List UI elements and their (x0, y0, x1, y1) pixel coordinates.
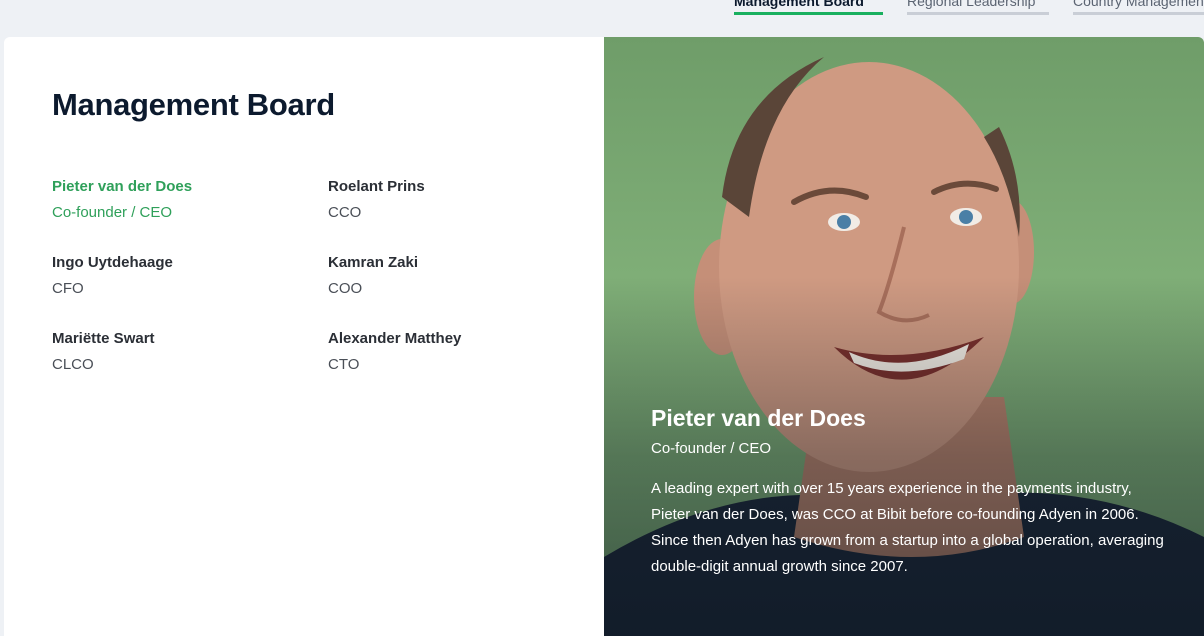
tab-country-management[interactable]: Country Management (1073, 0, 1204, 15)
tab-regional-leadership[interactable]: Regional Leadership (907, 0, 1049, 15)
member-kamran-zaki[interactable]: Kamran Zaki COO (328, 253, 568, 299)
tab-management-board[interactable]: Management Board (734, 0, 883, 15)
member-role: Co-founder / CEO (52, 204, 173, 221)
profile-role: Co-founder / CEO (651, 440, 772, 457)
member-alexander-matthey[interactable]: Alexander Matthey CTO (328, 329, 568, 375)
member-role: CCO (328, 204, 362, 221)
member-mariette-swart[interactable]: Mariëtte Swart CLCO (52, 329, 292, 375)
profile-name: Pieter van der Does (651, 405, 866, 431)
profile-photo-panel: Pieter van der Does Co-founder / CEO A l… (604, 37, 1204, 636)
profile-bio: Pieter van der Does Co-founder / CEO A l… (651, 403, 1171, 580)
member-pieter-van-der-does[interactable]: Pieter van der Does Co-founder / CEO (52, 177, 292, 223)
member-role: COO (328, 280, 363, 297)
member-ingo-uytdehaage[interactable]: Ingo Uytdehaage CFO (52, 253, 292, 299)
member-name: Roelant Prins (328, 178, 425, 195)
member-name: Kamran Zaki (328, 254, 419, 271)
member-name: Ingo Uytdehaage (52, 254, 173, 271)
leadership-tabs: Management Board Regional Leadership Cou… (0, 0, 1204, 37)
member-role: CLCO (52, 356, 94, 373)
management-board-panel: Management Board Pieter van der Does Co-… (4, 37, 604, 636)
member-role: CTO (328, 356, 360, 373)
member-name: Mariëtte Swart (52, 330, 155, 347)
section-title: Management Board (52, 87, 335, 122)
member-name: Alexander Matthey (328, 330, 462, 347)
profile-description: A leading expert with over 15 years expe… (651, 480, 1164, 575)
member-roelant-prins[interactable]: Roelant Prins CCO (328, 177, 568, 223)
member-role: CFO (52, 280, 84, 297)
member-name: Pieter van der Does (52, 178, 193, 195)
